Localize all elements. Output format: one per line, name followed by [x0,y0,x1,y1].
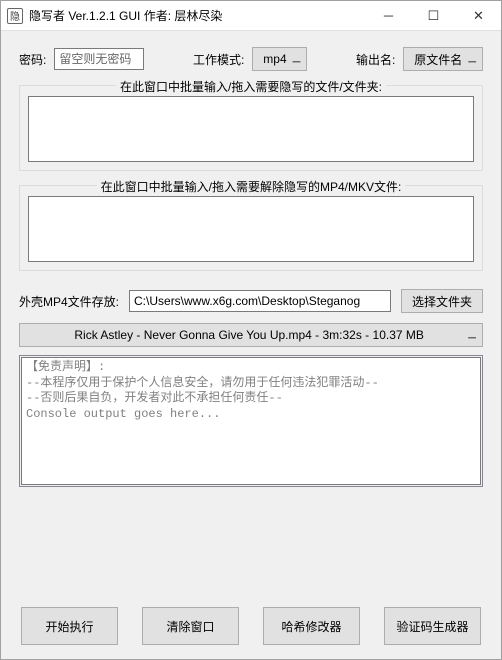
password-label: 密码: [19,51,46,68]
close-button[interactable]: ✕ [456,1,501,31]
mode-label: 工作模式: [193,51,244,68]
password-input[interactable] [54,48,144,70]
chevron-down-icon: ▁ [468,56,476,62]
hide-legend: 在此窗口中批量输入/拖入需要隐写的文件/文件夹: [116,80,386,94]
options-row: 密码: 工作模式: mp4 ▁ 输出名: 原文件名 ▁ [19,47,483,71]
mode-value: mp4 [263,52,286,66]
app-icon: 隐 [7,8,23,24]
reveal-groupbox: 在此窗口中批量输入/拖入需要解除隐写的MP4/MKV文件: [19,185,483,271]
reveal-legend: 在此窗口中批量输入/拖入需要解除隐写的MP4/MKV文件: [97,180,406,194]
mode-dropdown[interactable]: mp4 ▁ [252,47,307,71]
reveal-file-list[interactable] [28,196,474,262]
console-frame: 【免责声明】: --本程序仅用于保护个人信息安全，请勿用于任何违法犯罪活动-- … [19,355,483,487]
chevron-down-icon: ▁ [468,332,476,338]
bottom-button-row: 开始执行 清除窗口 哈希修改器 验证码生成器 [19,607,483,645]
output-dropdown[interactable]: 原文件名 ▁ [403,47,483,71]
choose-folder-button[interactable]: 选择文件夹 [401,289,483,313]
hide-file-list[interactable] [28,96,474,162]
shell-path-input[interactable] [129,290,391,312]
shell-path-row: 外壳MP4文件存放: 选择文件夹 [19,289,483,313]
shell-file-display: Rick Astley - Never Gonna Give You Up.mp… [30,328,468,342]
output-value: 原文件名 [414,51,462,68]
client-area: 密码: 工作模式: mp4 ▁ 输出名: 原文件名 ▁ 在此窗口中批量输入/拖入… [1,31,501,659]
start-button[interactable]: 开始执行 [21,607,118,645]
title-bar: 隐 隐写者 Ver.1.2.1 GUI 作者: 层林尽染 ─ ☐ ✕ [1,1,501,31]
clear-button[interactable]: 清除窗口 [142,607,239,645]
shell-file-dropdown[interactable]: Rick Astley - Never Gonna Give You Up.mp… [19,323,483,347]
captcha-generator-button[interactable]: 验证码生成器 [384,607,481,645]
hide-groupbox: 在此窗口中批量输入/拖入需要隐写的文件/文件夹: [19,85,483,171]
hash-modifier-button[interactable]: 哈希修改器 [263,607,360,645]
window-title: 隐写者 Ver.1.2.1 GUI 作者: 层林尽染 [29,7,366,24]
output-label: 输出名: [356,51,395,68]
console-output[interactable]: 【免责声明】: --本程序仅用于保护个人信息安全，请勿用于任何违法犯罪活动-- … [21,357,481,485]
minimize-button[interactable]: ─ [366,1,411,31]
shell-path-label: 外壳MP4文件存放: [19,293,119,310]
maximize-button[interactable]: ☐ [411,1,456,31]
chevron-down-icon: ▁ [293,56,301,62]
